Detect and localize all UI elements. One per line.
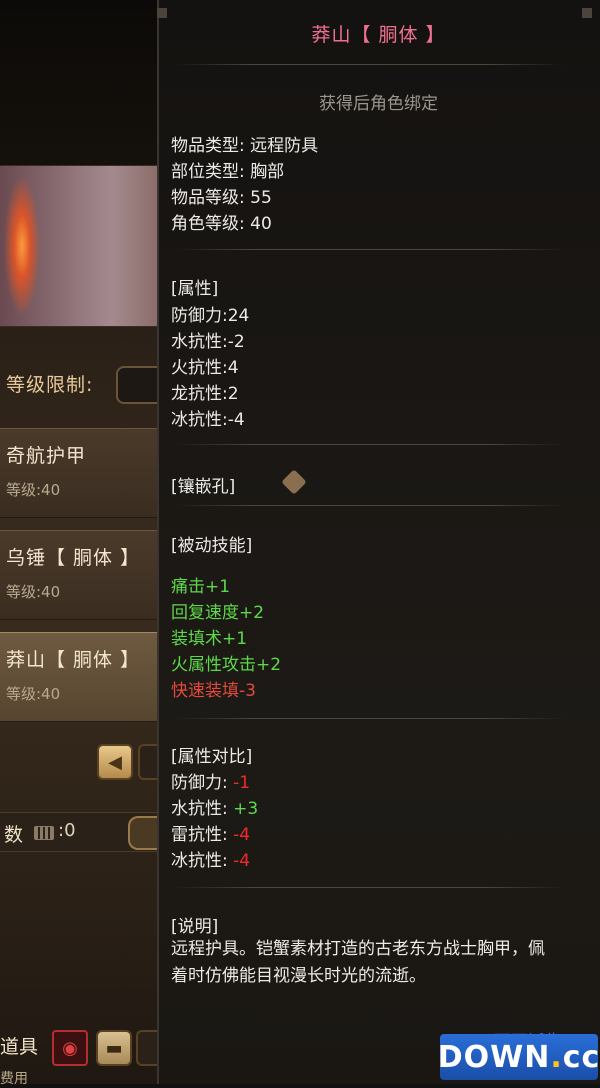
props-label: 道具: [0, 1036, 39, 1058]
count-icon: [34, 826, 54, 840]
compare-thunder-res: 雷抗性: -4: [171, 825, 251, 845]
item-level: 等级:40: [6, 583, 61, 601]
attr-fire-res: 火抗性:4: [171, 358, 239, 378]
bind-note: 获得后角色绑定: [319, 94, 438, 114]
divider: [175, 444, 565, 445]
list-item[interactable]: 奇航护甲 等级:40: [0, 428, 160, 518]
info-item-type: 物品类型: 远程防具: [171, 136, 319, 156]
info-item-level: 物品等级: 55: [171, 188, 272, 208]
list-item[interactable]: 乌锤【 胴体 】 等级:40: [0, 530, 160, 620]
attr-defense: 防御力:24: [171, 306, 250, 326]
character-portrait: [0, 165, 160, 327]
compare-header: [属性对比]: [171, 747, 253, 767]
passive-skill: 装填术+1: [171, 629, 248, 649]
info-char-level: 角色等级: 40: [171, 214, 272, 234]
info-slot-type: 部位类型: 胸部: [171, 162, 285, 182]
level-limit-label: 等级限制:: [6, 374, 94, 396]
divider: [175, 505, 565, 506]
item-description: 远程护具。铠蟹素材打造的古老东方战士胸甲，佩着时仿佛能目视漫长时光的流逝。: [171, 939, 545, 986]
attr-dragon-res: 龙抗性:2: [171, 384, 239, 404]
fee-label: 费用: [0, 1071, 28, 1087]
chevron-left-icon: ◀: [108, 751, 122, 773]
passive-skill: 火属性攻击+2: [171, 655, 282, 675]
item-name: 莽山【 胴体 】: [6, 649, 141, 671]
divider: [175, 64, 565, 65]
divider: [175, 887, 565, 888]
attr-water-res: 水抗性:-2: [171, 332, 245, 352]
attributes-header: [属性]: [171, 279, 219, 299]
description-header: [说明]: [171, 917, 219, 937]
site-watermark-logo: DOWN. cc: [438, 1034, 599, 1080]
passive-skill: 痛击+1: [171, 577, 231, 597]
compare-ice-res: 冰抗性: -4: [171, 851, 251, 871]
divider: [175, 718, 565, 719]
item-level: 等级:40: [6, 685, 61, 703]
item-name: 奇航护甲: [6, 445, 87, 467]
passive-skill: 快速装填-3: [171, 681, 256, 701]
tooltip-title: 莽山【 胴体 】: [311, 24, 446, 46]
tooltip-corner: [157, 8, 167, 18]
passive-header: [被动技能]: [171, 536, 253, 556]
tooltip-corner: [582, 8, 592, 18]
compare-water-res: 水抗性: +3: [171, 799, 259, 819]
item-level: 等级:40: [6, 481, 61, 499]
prev-page-button[interactable]: ◀: [97, 744, 133, 780]
passive-skill: 回复速度+2: [171, 603, 265, 623]
count-label: 数: [4, 824, 24, 846]
socket-header: [镶嵌孔]: [171, 477, 236, 497]
level-limit-input[interactable]: [116, 366, 162, 404]
list-item-selected[interactable]: 莽山【 胴体 】 等级:40: [0, 632, 160, 722]
item-name: 乌锤【 胴体 】: [6, 547, 141, 569]
divider: [175, 249, 565, 250]
compare-defense: 防御力: -1: [171, 773, 251, 793]
attr-ice-res: 冰抗性:-4: [171, 410, 245, 430]
count-value: :0: [58, 820, 76, 841]
target-icon[interactable]: ◉: [52, 1030, 88, 1066]
minus-button[interactable]: ▬: [96, 1030, 132, 1066]
